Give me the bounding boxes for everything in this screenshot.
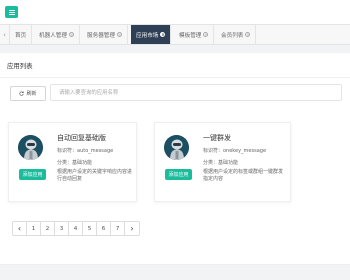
tab-label: 服务器管理 bbox=[87, 32, 115, 39]
top-header bbox=[0, 0, 350, 24]
tab-app-market[interactable]: 应用市场 × bbox=[131, 25, 172, 44]
app-identifier: 标识符：onekey_message bbox=[203, 148, 267, 154]
prev-page-button[interactable]: ‹ bbox=[13, 222, 27, 235]
tab-robot-management[interactable]: 机器人管理 × bbox=[34, 25, 80, 44]
add-app-button[interactable]: 添加应用 bbox=[165, 169, 192, 180]
app-name: 自动回复基础版 bbox=[57, 134, 106, 142]
app-card-mass-send: 一键群发 标识符：onekey_message 分类：基础功能 根据用户设定的标… bbox=[154, 122, 291, 202]
close-icon[interactable]: × bbox=[68, 32, 74, 37]
tab-member-list[interactable]: 会员列表 × bbox=[216, 25, 257, 44]
menu-toggle-icon[interactable] bbox=[5, 6, 18, 18]
next-page-button[interactable]: › bbox=[125, 222, 139, 235]
tab-label: 首页 bbox=[15, 32, 27, 39]
tab-server-management[interactable]: 服务器管理 × bbox=[82, 25, 128, 44]
page-button-1[interactable]: 1 bbox=[27, 222, 41, 235]
tab-label: 机器人管理 bbox=[39, 32, 67, 39]
refresh-button[interactable]: 刷新 bbox=[10, 86, 46, 101]
refresh-icon bbox=[19, 91, 25, 96]
tab-label: 会员列表 bbox=[221, 32, 244, 39]
robot-avatar-icon bbox=[18, 135, 43, 160]
tab-label: 应用市场 bbox=[136, 32, 159, 39]
pagination: ‹ 1 2 3 4 5 6 7 › bbox=[12, 221, 140, 236]
refresh-label: 刷新 bbox=[26, 91, 37, 97]
page-button-2[interactable]: 2 bbox=[41, 222, 55, 235]
page-button-5[interactable]: 5 bbox=[83, 222, 97, 235]
app-card-auto-reply: 自动回复基础版 标识符：auto_message 分类：基础功能 根据用户设定的… bbox=[8, 122, 137, 202]
divider bbox=[0, 77, 350, 78]
panel-title: 应用列表 bbox=[7, 62, 33, 70]
add-app-button[interactable]: 添加应用 bbox=[19, 169, 46, 180]
app-name: 一键群发 bbox=[203, 134, 231, 142]
tab-template-management[interactable]: 模板管理 × bbox=[174, 25, 215, 44]
divider bbox=[0, 264, 350, 265]
page-button-4[interactable]: 4 bbox=[69, 222, 83, 235]
tab-home[interactable]: 首页 bbox=[10, 25, 33, 44]
page-button-6[interactable]: 6 bbox=[97, 222, 111, 235]
tab-scroll-left-icon[interactable]: ‹ bbox=[0, 25, 10, 44]
tab-label: 模板管理 bbox=[179, 32, 202, 39]
app-description: 根据用户设定的关键字响应内容进行自动回复 bbox=[57, 169, 133, 182]
search-input[interactable] bbox=[50, 84, 342, 101]
close-icon[interactable]: × bbox=[203, 32, 209, 37]
close-icon[interactable]: × bbox=[116, 32, 122, 37]
app-category: 分类：基础功能 bbox=[57, 160, 93, 166]
close-icon[interactable]: × bbox=[245, 32, 251, 37]
tab-bar: ‹ 首页 机器人管理 × 服务器管理 × 应用市场 × 模板管理 × 会员列表 … bbox=[0, 24, 350, 45]
app-description: 根据用户设定的标签或群组一键群发指定内容 bbox=[203, 169, 284, 182]
close-icon[interactable]: × bbox=[160, 32, 166, 37]
page-button-3[interactable]: 3 bbox=[55, 222, 69, 235]
robot-avatar-icon bbox=[164, 135, 189, 160]
app-identifier: 标识符：auto_message bbox=[57, 148, 114, 154]
page-button-7[interactable]: 7 bbox=[111, 222, 125, 235]
app-category: 分类：基础功能 bbox=[203, 160, 239, 166]
